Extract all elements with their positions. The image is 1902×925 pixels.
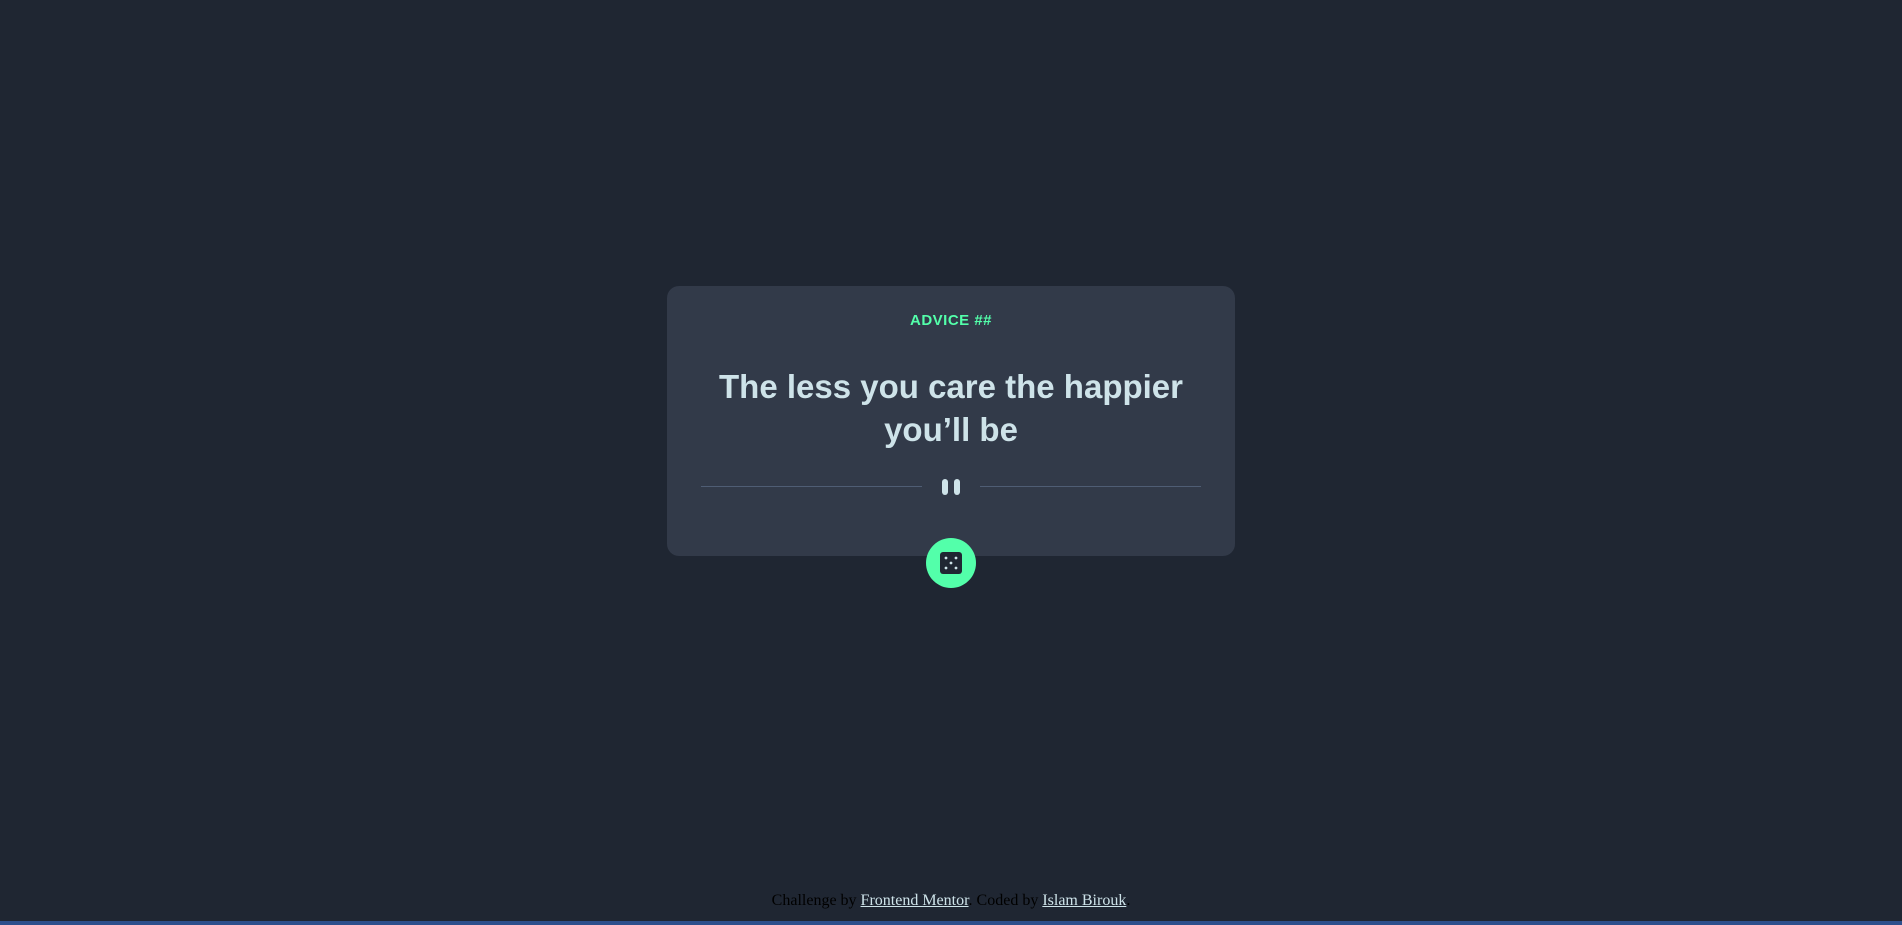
frontend-mentor-link[interactable]: Frontend Mentor: [861, 892, 969, 909]
dice-button[interactable]: [926, 538, 976, 588]
advice-id: ADVICE ##: [909, 312, 993, 329]
attribution-middle: . Coded by: [968, 892, 1039, 909]
advice-quote: The less you care the happier you’ll be: [719, 368, 1183, 448]
attribution-suffix: .: [1126, 892, 1131, 909]
attribution-prefix: Challenge by: [771, 892, 857, 909]
author-link[interactable]: Islam Birouk: [1042, 892, 1126, 909]
divider-line-left: [701, 486, 922, 487]
divider: [701, 477, 1201, 497]
divider-line-right: [980, 486, 1201, 487]
dice-icon: [940, 552, 962, 574]
attribution: Challenge by Frontend Mentor. Coded by I…: [0, 892, 1902, 910]
pause-icon: [939, 477, 963, 497]
bottom-bar: [0, 921, 1902, 925]
advice-card: ADVICE ## The less you care the happier …: [667, 286, 1235, 556]
